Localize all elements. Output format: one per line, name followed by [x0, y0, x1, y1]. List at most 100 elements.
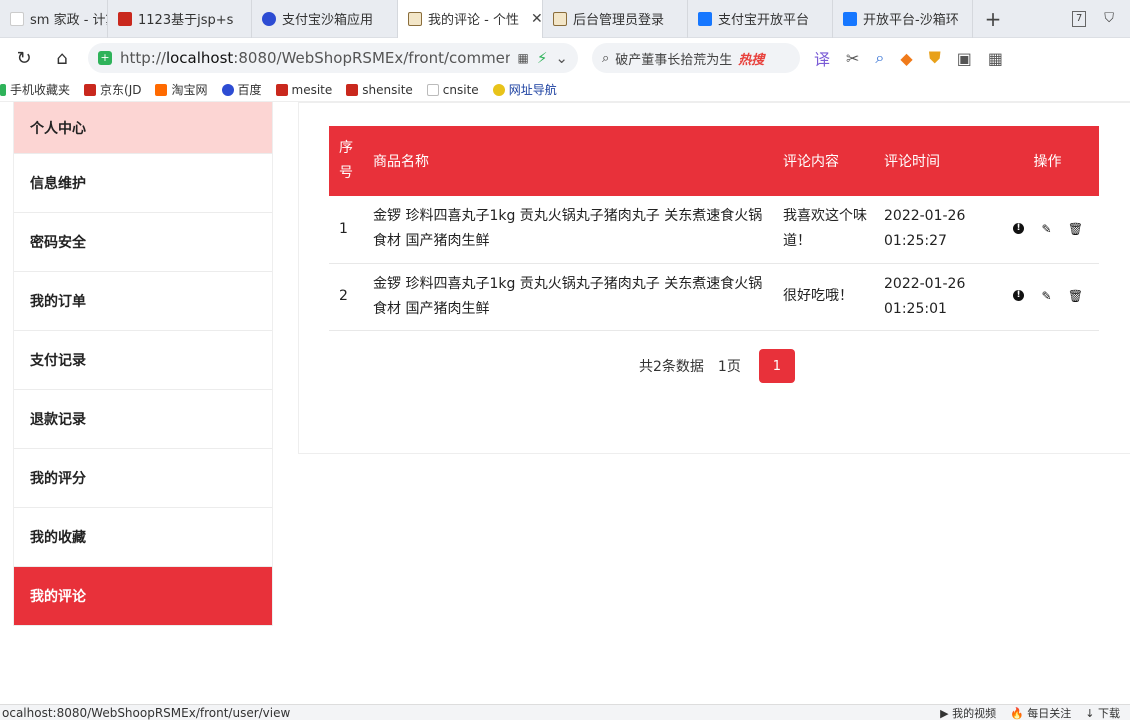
shirt-icon[interactable]: ⛉	[1104, 11, 1114, 27]
sidebar-item-payments[interactable]: 支付记录	[14, 331, 272, 390]
edit-pencil-icon[interactable]: ✎	[1040, 289, 1053, 303]
tab-count-badge[interactable]: 7	[1072, 10, 1087, 27]
col-header-time: 评论时间	[884, 154, 940, 170]
table-row: 2 金锣 珍料四喜丸子1kg 贡丸火锅丸子猪肉丸子 关东煮速食火锅食材 国产猪肉…	[329, 263, 1099, 331]
site-icon	[346, 83, 359, 96]
reload-icon[interactable]: ↻	[12, 46, 36, 70]
scissors-icon[interactable]: ✂	[846, 49, 859, 68]
hot-search-badge: 热搜	[738, 52, 765, 68]
sidebar-item-comments[interactable]: 我的评论	[14, 567, 272, 626]
cell-ops: ! ✎ 🗑	[996, 196, 1099, 264]
browser-tab[interactable]: 支付宝沙箱应用	[252, 0, 398, 38]
tab-label: 开放平台-沙箱环	[863, 13, 959, 28]
tab-label: 后台管理员登录	[573, 13, 665, 28]
sidebar-item-info[interactable]: 信息维护	[14, 154, 272, 213]
tab-close-icon[interactable]: ✕	[531, 11, 542, 27]
jd-icon	[84, 83, 97, 96]
col-header-ops: 操作	[1033, 154, 1062, 170]
browser-tab-active[interactable]: 我的评论 - 个性 ✕	[398, 0, 543, 38]
bookmark-item[interactable]: cnsite	[426, 82, 479, 97]
address-bar-row: ↻ ⌂ + http://localhost:8080/WebShopRSMEx…	[0, 38, 1130, 78]
browser-tab[interactable]: 开放平台-沙箱环	[833, 0, 973, 38]
bookmark-label: shensite	[362, 82, 413, 97]
shield-badge-icon[interactable]: ⛊	[929, 48, 941, 68]
search-input[interactable]: ⌕ 破产董事长拾荒为生 热搜	[592, 43, 800, 73]
sidebar-item-password[interactable]: 密码安全	[14, 213, 272, 272]
alipay-icon	[843, 11, 857, 26]
sidebar-item-orders[interactable]: 我的订单	[14, 272, 272, 331]
browser-tab[interactable]: sm 家政 - 计算	[0, 0, 108, 38]
sidebar-item-ratings[interactable]: 我的评分	[14, 449, 272, 508]
bookmark-item[interactable]: 网址导航	[492, 81, 557, 98]
pagination-total: 共2条数据	[639, 359, 704, 375]
status-tools: ▶ 我的视频 🔥 每日关注 ↓ 下载	[940, 705, 1130, 721]
browser-tab[interactable]: 支付宝开放平台	[688, 0, 833, 38]
tab-label: 支付宝沙箱应用	[282, 13, 374, 28]
sidebar-item-refunds[interactable]: 退款记录	[14, 390, 272, 449]
bookmark-item[interactable]: shensite	[346, 83, 413, 97]
toolbar-icons: 译 ✂ ⌕ ◆ ⛊ ▣ ▦	[814, 46, 1003, 70]
bookmark-label: 网址导航	[508, 83, 557, 97]
cell-time: 2022-01-26 01:25:27	[876, 196, 996, 264]
bookmark-item[interactable]: 百度	[221, 81, 262, 98]
user-center-sidebar: 个人中心 信息维护 密码安全 我的订单 支付记录 退款记录 我的评分 我的收藏 …	[13, 102, 273, 626]
info-icon[interactable]: !	[1013, 222, 1024, 234]
browser-tab[interactable]: 后台管理员登录	[543, 0, 688, 38]
tab-label: 1123基于jsp+s	[138, 13, 234, 28]
status-follow-link[interactable]: 🔥 每日关注	[1010, 705, 1071, 721]
chevron-down-icon[interactable]: ⌄	[555, 49, 568, 67]
bookmark-label: 京东(JD	[100, 83, 142, 97]
trash-icon[interactable]: 🗑	[1068, 289, 1083, 303]
page-button-current[interactable]: 1	[758, 349, 795, 383]
bookmark-item[interactable]: 京东(JD	[84, 81, 141, 98]
tab-label: 支付宝开放平台	[718, 13, 810, 28]
bookmark-item[interactable]: 手机收藏夹	[0, 81, 70, 98]
trash-icon[interactable]: 🗑	[1068, 222, 1083, 236]
browser-tab[interactable]: 1123基于jsp+s	[108, 0, 252, 38]
status-url: ocalhost:8080/WebShoopRSMEx/front/user/v…	[2, 705, 291, 720]
tab-label: 我的评论 - 个性	[428, 13, 519, 28]
bookmark-label: 淘宝网	[171, 83, 208, 97]
cell-time: 2022-01-26 01:25:01	[876, 263, 996, 331]
new-tab-button[interactable]: +	[973, 7, 1013, 31]
col-header-name: 商品名称	[373, 154, 429, 170]
cell-comment: 我喜欢这个味道！	[775, 196, 876, 264]
col-header-no: 序号	[339, 140, 353, 181]
taobao-icon	[155, 83, 168, 96]
tab-favicon-icon	[408, 11, 422, 26]
bookmark-item[interactable]: 淘宝网	[155, 81, 208, 98]
status-video-link[interactable]: ▶ 我的视频	[940, 705, 996, 721]
bookmark-label: 手机收藏夹	[10, 83, 71, 97]
comments-panel: 序号 商品名称 评论内容 评论时间 操作 1 金锣 珍料四喜丸子1kg 贡丸火锅…	[298, 102, 1130, 454]
url-input[interactable]: + http://localhost:8080/WebShopRSMEx/fro…	[88, 43, 578, 73]
game-icon[interactable]: ◆	[900, 49, 912, 68]
translate-icon[interactable]: 译	[814, 46, 830, 70]
baidu-paw-icon	[262, 11, 276, 26]
magnifier-icon[interactable]: ⌕	[875, 48, 884, 68]
site-icon	[275, 83, 288, 96]
status-download-link[interactable]: ↓ 下载	[1085, 705, 1120, 721]
lightning-icon[interactable]: ⚡	[537, 49, 548, 67]
search-suggestion: 破产董事长拾荒为生	[615, 52, 733, 68]
cell-product-name: 金锣 珍料四喜丸子1kg 贡丸火锅丸子猪肉丸子 关东煮速食火锅食材 国产猪肉生鲜	[365, 263, 775, 331]
grid-icon[interactable]: ▦	[518, 51, 529, 65]
pagination-pages: 1页	[717, 359, 741, 375]
bookmark-item[interactable]: mesite	[275, 83, 332, 97]
tab-label: sm 家政 - 计算	[30, 13, 107, 28]
bookmark-label: 百度	[237, 83, 262, 97]
secure-shield-icon: +	[98, 51, 112, 65]
bookmark-label: cnsite	[442, 82, 479, 97]
cell-comment: 很好吃哦！	[775, 263, 876, 331]
cell-no: 1	[329, 196, 365, 264]
info-icon[interactable]: !	[1013, 290, 1024, 301]
apps-grid-icon[interactable]: ▦	[988, 49, 1003, 68]
alipay-icon	[698, 11, 712, 26]
pagination: 共2条数据 1页 1	[639, 349, 795, 383]
sidebar-item-favorites[interactable]: 我的收藏	[14, 508, 272, 567]
tab-bar-tools: 7 ⛉	[1072, 10, 1130, 27]
box-icon[interactable]: ▣	[957, 49, 972, 68]
table-header-row: 序号 商品名称 评论内容 评论时间 操作	[329, 126, 1099, 196]
home-icon[interactable]: ⌂	[50, 46, 74, 70]
search-icon: ⌕	[602, 50, 610, 66]
edit-pencil-icon[interactable]: ✎	[1040, 222, 1053, 236]
